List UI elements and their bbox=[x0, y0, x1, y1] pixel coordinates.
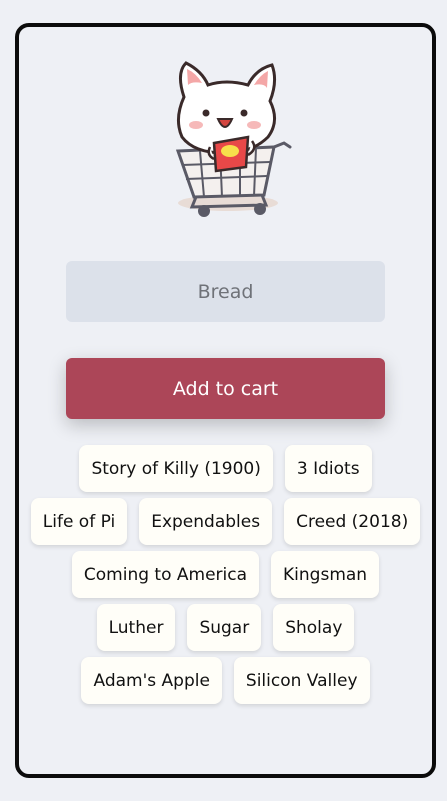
cart-item-chip[interactable]: Kingsman bbox=[271, 551, 380, 598]
cart-item-chip[interactable]: Story of Killy (1900) bbox=[79, 445, 273, 492]
cart-item-chip[interactable]: Sugar bbox=[187, 604, 262, 651]
item-name-input[interactable] bbox=[66, 261, 385, 322]
cart-item-chip[interactable]: Creed (2018) bbox=[284, 498, 421, 545]
cart-item-chip[interactable]: Adam's Apple bbox=[81, 657, 222, 704]
cart-item-chip[interactable]: Coming to America bbox=[71, 551, 260, 598]
cart-item-list: Story of Killy (1900) 3 Idiots Life of P… bbox=[29, 445, 422, 704]
cart-item-chip[interactable]: Luther bbox=[96, 604, 176, 651]
cart-item-chip[interactable]: Life of Pi bbox=[30, 498, 128, 545]
cart-item-chip[interactable]: Expendables bbox=[139, 498, 273, 545]
app-card: Add to cart Story of Killy (1900) 3 Idio… bbox=[15, 23, 436, 778]
cart-item-chip[interactable]: Sholay bbox=[273, 604, 355, 651]
cart-item-chip[interactable]: 3 Idiots bbox=[284, 445, 372, 492]
add-to-cart-button[interactable]: Add to cart bbox=[66, 358, 385, 419]
cart-item-chip[interactable]: Silicon Valley bbox=[233, 657, 370, 704]
cat-in-shopping-cart-icon bbox=[156, 55, 296, 225]
